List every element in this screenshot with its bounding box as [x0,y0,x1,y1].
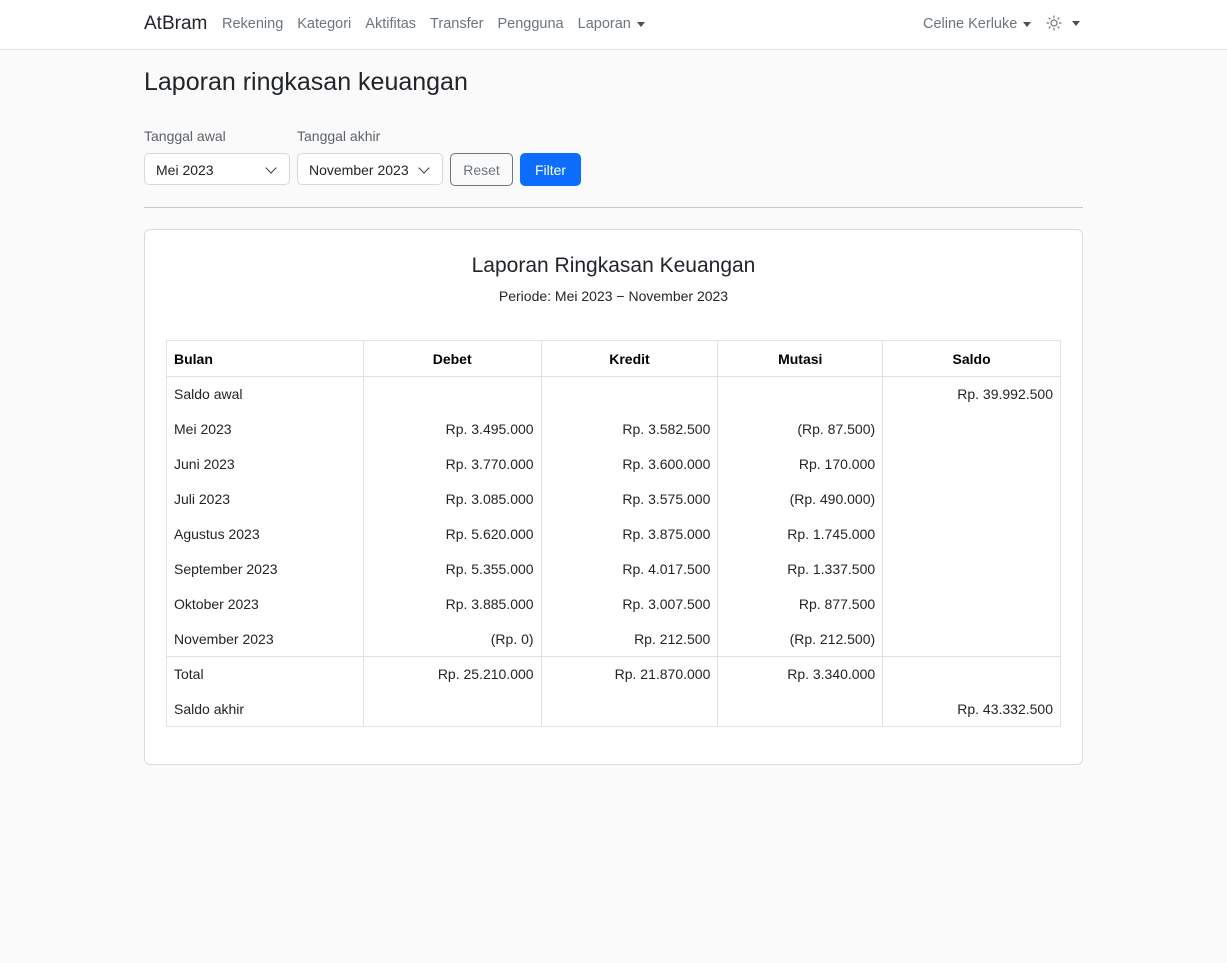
end-month-select[interactable]: November 2023 [297,153,443,185]
table-row: September 2023 Rp. 5.355.000 Rp. 4.017.5… [166,551,1061,587]
month-cell: Juni 2023 [166,446,364,482]
debet-cell: Rp. 3.085.000 [362,481,542,517]
mutasi-cell [717,376,884,412]
column-header-saldo: Saldo [882,340,1061,377]
nav-item-aktifitas[interactable]: Aktifitas [365,16,416,32]
saldo-cell [882,481,1061,517]
kredit-cell: Rp. 3.007.500 [540,586,719,622]
end-month-value: November 2023 [309,162,409,178]
caret-down-icon [636,21,645,27]
kredit-cell [540,376,719,412]
debet-cell: Rp. 5.355.000 [362,551,542,587]
saldo-cell [882,516,1061,552]
table-row: November 2023 (Rp. 0) Rp. 212.500 (Rp. 2… [166,621,1061,657]
saldo-cell [882,446,1061,482]
page-title: Laporan ringkasan keuangan [144,68,468,96]
row-label: Saldo awal [166,376,364,412]
row-label: Total [166,656,364,692]
table-row: Mei 2023 Rp. 3.495.000 Rp. 3.582.500 (Rp… [166,411,1061,447]
nav-item-pengguna[interactable]: Pengguna [498,16,564,32]
saldo-cell [882,411,1061,447]
table-row: Agustus 2023 Rp. 5.620.000 Rp. 3.875.000… [166,516,1061,552]
kredit-cell: Rp. 3.582.500 [540,411,719,447]
user-menu-dropdown[interactable]: Celine Kerluke [923,16,1032,32]
kredit-cell: Rp. 3.600.000 [540,446,719,482]
chevron-down-icon [265,162,277,174]
debet-cell: Rp. 5.620.000 [362,516,542,552]
mutasi-cell: Rp. 877.500 [717,586,884,622]
debet-cell: Rp. 3.495.000 [362,411,542,447]
mutasi-cell: (Rp. 212.500) [717,621,884,657]
table-row: Oktober 2023 Rp. 3.885.000 Rp. 3.007.500… [166,586,1061,622]
table-header-row: Bulan Debet Kredit Mutasi Saldo [166,340,1061,377]
caret-down-icon [1023,21,1032,27]
saldo-cell: Rp. 43.332.500 [882,691,1061,727]
sun-icon [1046,15,1062,31]
mutasi-cell: (Rp. 87.500) [717,411,884,447]
column-header-mutasi: Mutasi [717,340,884,377]
report-period: Periode: Mei 2023 − November 2023 [498,288,729,304]
debet-cell [362,691,542,727]
mutasi-cell: Rp. 170.000 [717,446,884,482]
caret-down-icon [1072,20,1080,26]
month-cell: September 2023 [166,551,364,587]
end-date-label: Tanggal akhir [297,128,381,144]
start-date-label: Tanggal awal [144,128,226,144]
debet-cell: Rp. 25.210.000 [362,656,542,692]
column-header-kredit: Kredit [540,340,719,377]
table-row: Juli 2023 Rp. 3.085.000 Rp. 3.575.000 (R… [166,481,1061,517]
mutasi-cell: Rp. 1.337.500 [717,551,884,587]
nav-item-laporan-dropdown[interactable]: Laporan [578,16,645,32]
kredit-cell: Rp. 212.500 [540,621,719,657]
kredit-cell: Rp. 3.575.000 [540,481,719,517]
mutasi-cell: Rp. 1.745.000 [717,516,884,552]
row-label: Saldo akhir [166,691,364,727]
start-month-select[interactable]: Mei 2023 [144,153,290,185]
kredit-cell [540,691,719,727]
debet-cell: Rp. 3.885.000 [362,586,542,622]
column-header-bulan: Bulan [166,340,364,377]
reset-button[interactable]: Reset [450,153,513,186]
kredit-cell: Rp. 4.017.500 [540,551,719,587]
saldo-cell [882,586,1061,622]
report-card: Laporan Ringkasan Keuangan Periode: Mei … [144,229,1083,765]
opening-balance-row: Saldo awal Rp. 39.992.500 [166,376,1061,412]
nav-item-transfer[interactable]: Transfer [430,16,483,32]
chevron-down-icon [418,162,430,174]
mutasi-cell: Rp. 3.340.000 [717,656,884,692]
total-row: Total Rp. 25.210.000 Rp. 21.870.000 Rp. … [166,656,1061,692]
start-month-value: Mei 2023 [156,162,214,178]
kredit-cell: Rp. 21.870.000 [540,656,719,692]
saldo-cell [882,656,1061,692]
debet-cell [362,376,542,412]
debet-cell: Rp. 3.770.000 [362,446,542,482]
brand-logo[interactable]: AtBram [144,13,207,35]
top-navbar: AtBram Rekening Kategori Aktifitas Trans… [0,0,1227,50]
month-cell: Juli 2023 [166,481,364,517]
nav-item-rekening[interactable]: Rekening [222,16,283,32]
month-cell: November 2023 [166,621,364,657]
report-title: Laporan Ringkasan Keuangan [471,254,756,277]
nav-links: Rekening Kategori Aktifitas Transfer Pen… [222,16,645,32]
month-cell: Oktober 2023 [166,586,364,622]
kredit-cell: Rp. 3.875.000 [540,516,719,552]
saldo-cell [882,551,1061,587]
divider [144,207,1083,208]
nav-item-laporan-label: Laporan [577,16,631,32]
summary-table: Bulan Debet Kredit Mutasi Saldo Saldo aw… [166,340,1061,727]
filter-button[interactable]: Filter [520,153,581,186]
mutasi-cell [717,691,884,727]
month-cell: Agustus 2023 [166,516,364,552]
saldo-cell: Rp. 39.992.500 [882,376,1061,412]
mutasi-cell: (Rp. 490.000) [717,481,884,517]
debet-cell: (Rp. 0) [362,621,542,657]
column-header-debet: Debet [362,340,542,377]
saldo-cell [882,621,1061,657]
closing-balance-row: Saldo akhir Rp. 43.332.500 [166,691,1061,727]
theme-toggle-dropdown[interactable] [1046,15,1080,31]
user-name: Celine Kerluke [923,16,1018,32]
nav-item-kategori[interactable]: Kategori [297,16,351,32]
table-row: Juni 2023 Rp. 3.770.000 Rp. 3.600.000 Rp… [166,446,1061,482]
month-cell: Mei 2023 [166,411,364,447]
